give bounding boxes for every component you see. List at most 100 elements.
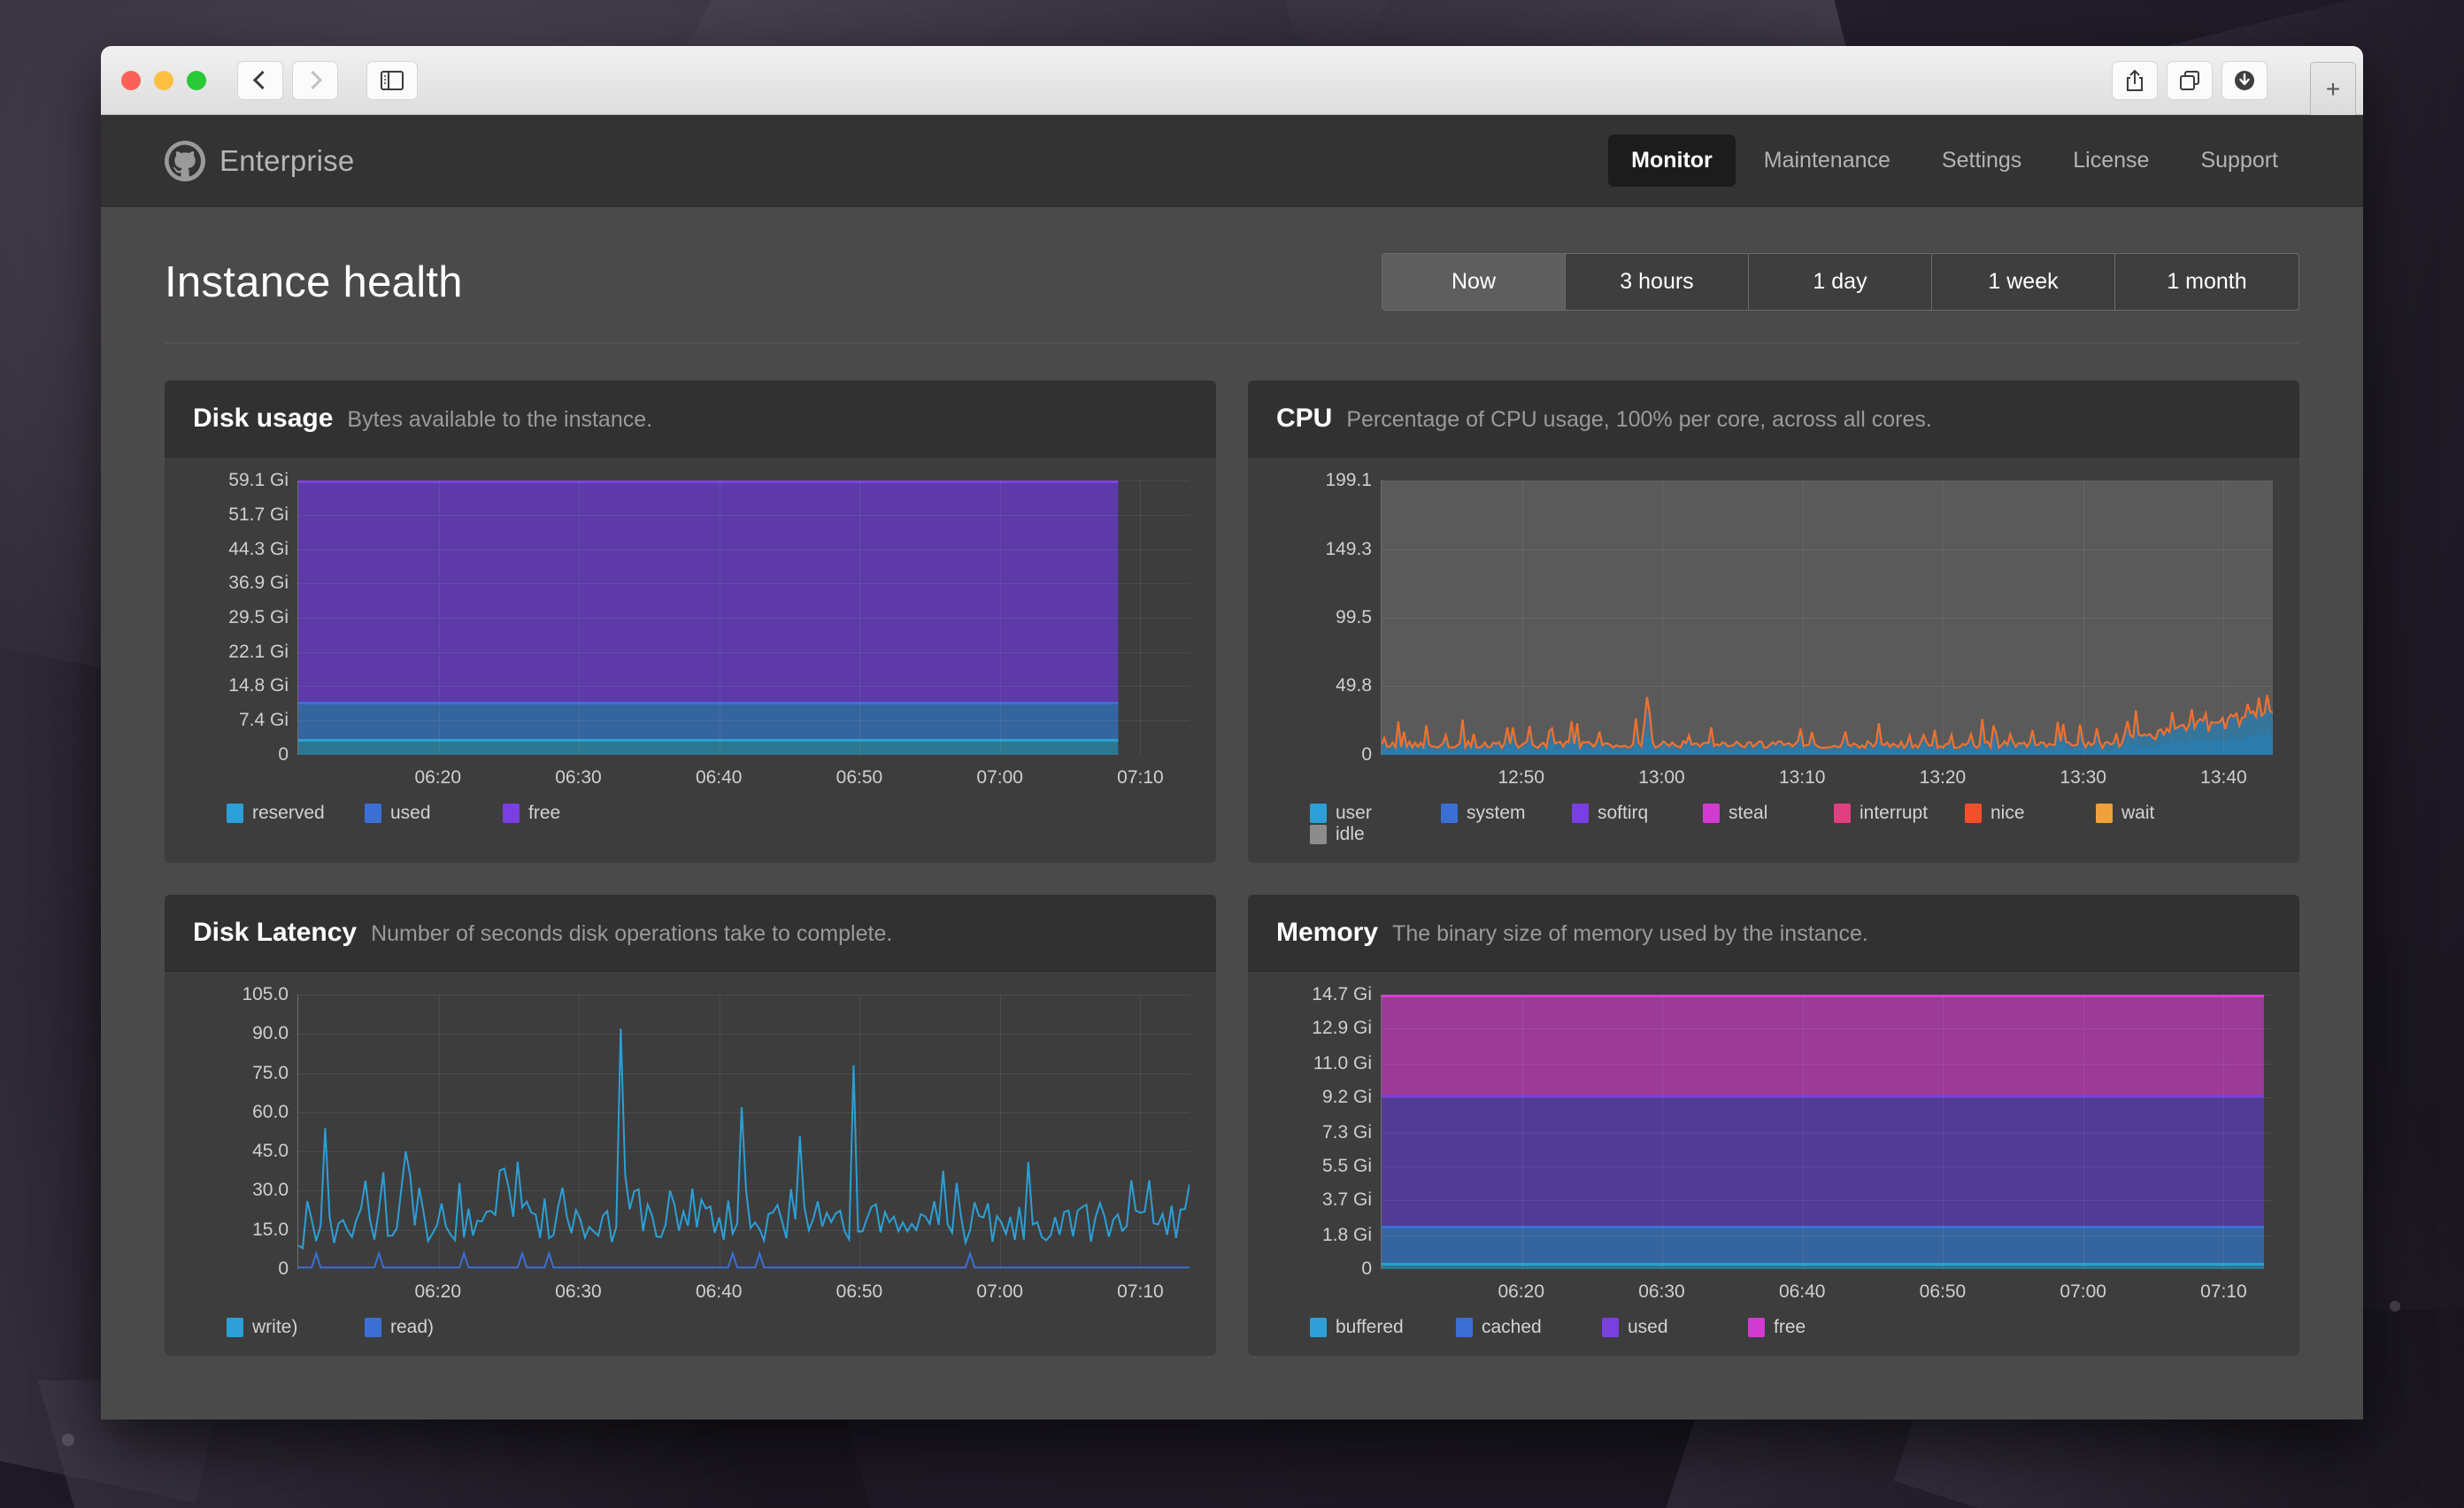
legend-item[interactable]: nice — [1965, 803, 2096, 824]
gridline — [298, 1112, 1190, 1113]
legend-item[interactable]: used — [1602, 1317, 1739, 1338]
y-axis-tick: 105.0 — [242, 984, 289, 1004]
gridline — [1943, 995, 1944, 1269]
legend-swatch — [1456, 1318, 1473, 1337]
x-axis-tick: 06:40 — [1778, 1281, 1826, 1302]
share-button[interactable] — [2112, 60, 2158, 100]
legend-item[interactable]: steal — [1703, 803, 1834, 824]
gridline — [438, 995, 440, 1269]
panel-description: The binary size of memory used by the in… — [1392, 921, 1868, 946]
y-axis: 0 15.0 30.0 45.0 60.0 75.0 90.0 105.0 — [191, 984, 297, 1279]
x-axis-tick: 13:30 — [2060, 767, 2106, 788]
page-header: Instance health Now 3 hours 1 day 1 week… — [165, 207, 2299, 343]
range-button-1-week[interactable]: 1 week — [1932, 254, 2115, 310]
close-window-button[interactable] — [121, 70, 141, 90]
x-axis-tick: 06:20 — [414, 767, 462, 788]
gridline — [579, 481, 581, 755]
new-tab-label: + — [2325, 74, 2341, 103]
nav-item-maintenance[interactable]: Maintenance — [1741, 135, 1913, 187]
metrics-grid: Disk usage Bytes available to the instan… — [165, 381, 2299, 1356]
gridline — [298, 720, 1190, 722]
legend-item[interactable]: free — [503, 803, 632, 824]
panel-header: CPU Percentage of CPU usage, 100% per co… — [1248, 381, 2299, 458]
gridline — [1382, 1166, 2273, 1167]
legend-item[interactable]: cached — [1456, 1317, 1593, 1338]
legend-item[interactable]: used — [365, 803, 494, 824]
legend-item[interactable]: buffered — [1310, 1317, 1447, 1338]
legend-item[interactable]: interrupt — [1834, 803, 1965, 824]
gridline — [1521, 995, 1523, 1269]
panel-body: 0 49.8 99.5 149.3 199.1 12:50 13:00 13:10 13:20… — [1248, 458, 2299, 863]
chart-legend: write) read) — [227, 1317, 1190, 1338]
range-button-1-month[interactable]: 1 month — [2115, 254, 2298, 310]
y-axis-tick: 36.9 Gi — [228, 573, 289, 594]
web-page: Enterprise Monitor Maintenance Settings … — [101, 115, 2363, 1420]
legend-item[interactable]: write) — [227, 1317, 356, 1338]
back-button[interactable] — [237, 60, 283, 100]
legend-item[interactable]: reserved — [227, 803, 356, 824]
legend-swatch — [2096, 804, 2113, 823]
legend-label: cached — [1482, 1317, 1542, 1337]
gridline — [579, 995, 581, 1269]
y-axis-tick: 22.1 Gi — [228, 642, 289, 663]
nav-item-support[interactable]: Support — [2177, 135, 2301, 187]
range-button-3-hours[interactable]: 3 hours — [1566, 254, 1749, 310]
legend-label: user — [1336, 803, 1372, 823]
legend-item[interactable]: read) — [365, 1317, 494, 1338]
range-button-now[interactable]: Now — [1382, 254, 1566, 310]
sidebar-toggle-button[interactable] — [366, 60, 418, 100]
x-axis-tick: 07:10 — [1117, 767, 1164, 788]
legend-item[interactable]: wait — [2096, 803, 2227, 824]
sidebar-toggle-icon — [381, 70, 404, 90]
gridline — [298, 1229, 1190, 1231]
tab-overview-icon — [2180, 70, 2199, 90]
legend-swatch — [227, 1318, 243, 1337]
x-axis-tick: 13:40 — [2200, 767, 2247, 788]
chart-legend: user system softirq steal interrupt nice wait i… — [1310, 803, 2273, 845]
legend-label: reserved — [252, 803, 325, 823]
brand[interactable]: Enterprise — [165, 140, 354, 181]
nav-item-monitor[interactable]: Monitor — [1608, 135, 1736, 187]
legend-item[interactable]: system — [1441, 803, 1572, 824]
legend-swatch — [365, 1318, 381, 1337]
panel-body: 0 15.0 30.0 45.0 60.0 75.0 90.0 105.0 06:20 06:3… — [165, 972, 1216, 1356]
y-axis: 0 49.8 99.5 149.3 199.1 — [1274, 470, 1381, 765]
panel-title: CPU — [1276, 404, 1333, 433]
gridline — [1382, 1064, 2273, 1066]
panel-header: Disk Latency Number of seconds disk oper… — [165, 895, 1216, 972]
legend-swatch — [1310, 1318, 1327, 1337]
range-button-1-day[interactable]: 1 day — [1749, 254, 1932, 310]
y-axis-tick: 0 — [278, 744, 289, 765]
legend-swatch — [1310, 804, 1327, 823]
legend-item[interactable]: free — [1748, 1317, 1885, 1338]
y-axis: 0 1.8 Gi 3.7 Gi 5.5 Gi 7.3 Gi 9.2 Gi 11.0 Gi 12… — [1274, 984, 1381, 1279]
tab-overview-button[interactable] — [2167, 60, 2213, 100]
legend-swatch — [1965, 804, 1982, 823]
legend-swatch — [1703, 804, 1720, 823]
gridline — [1662, 481, 1664, 755]
legend-swatch — [1748, 1318, 1765, 1337]
legend-label: free — [1774, 1317, 1806, 1337]
panel-title: Disk Latency — [193, 918, 358, 947]
nav-item-settings[interactable]: Settings — [1919, 135, 2044, 187]
y-axis-tick: 59.1 Gi — [228, 470, 289, 490]
gridline — [298, 995, 1190, 996]
legend-label: buffered — [1336, 1317, 1404, 1337]
legend-item[interactable]: softirq — [1572, 803, 1703, 824]
new-tab-button[interactable]: + — [2310, 62, 2356, 115]
y-axis-tick: 3.7 Gi — [1321, 1189, 1372, 1210]
legend-item[interactable]: idle — [1310, 824, 1441, 845]
downloads-icon — [2235, 70, 2254, 90]
legend-label: wait — [2121, 803, 2155, 823]
legend-label: free — [528, 803, 561, 823]
gridline — [1140, 995, 1142, 1269]
downloads-button[interactable] — [2221, 60, 2268, 100]
maximize-window-button[interactable] — [187, 70, 206, 90]
minimize-window-button[interactable] — [154, 70, 173, 90]
plot-cpu — [1381, 481, 2273, 755]
x-axis-tick: 13:10 — [1778, 767, 1826, 788]
x-axis-tick: 13:00 — [1638, 767, 1685, 788]
nav-item-license[interactable]: License — [2050, 135, 2172, 187]
legend-item[interactable]: user — [1310, 803, 1441, 824]
forward-button[interactable] — [292, 60, 338, 100]
